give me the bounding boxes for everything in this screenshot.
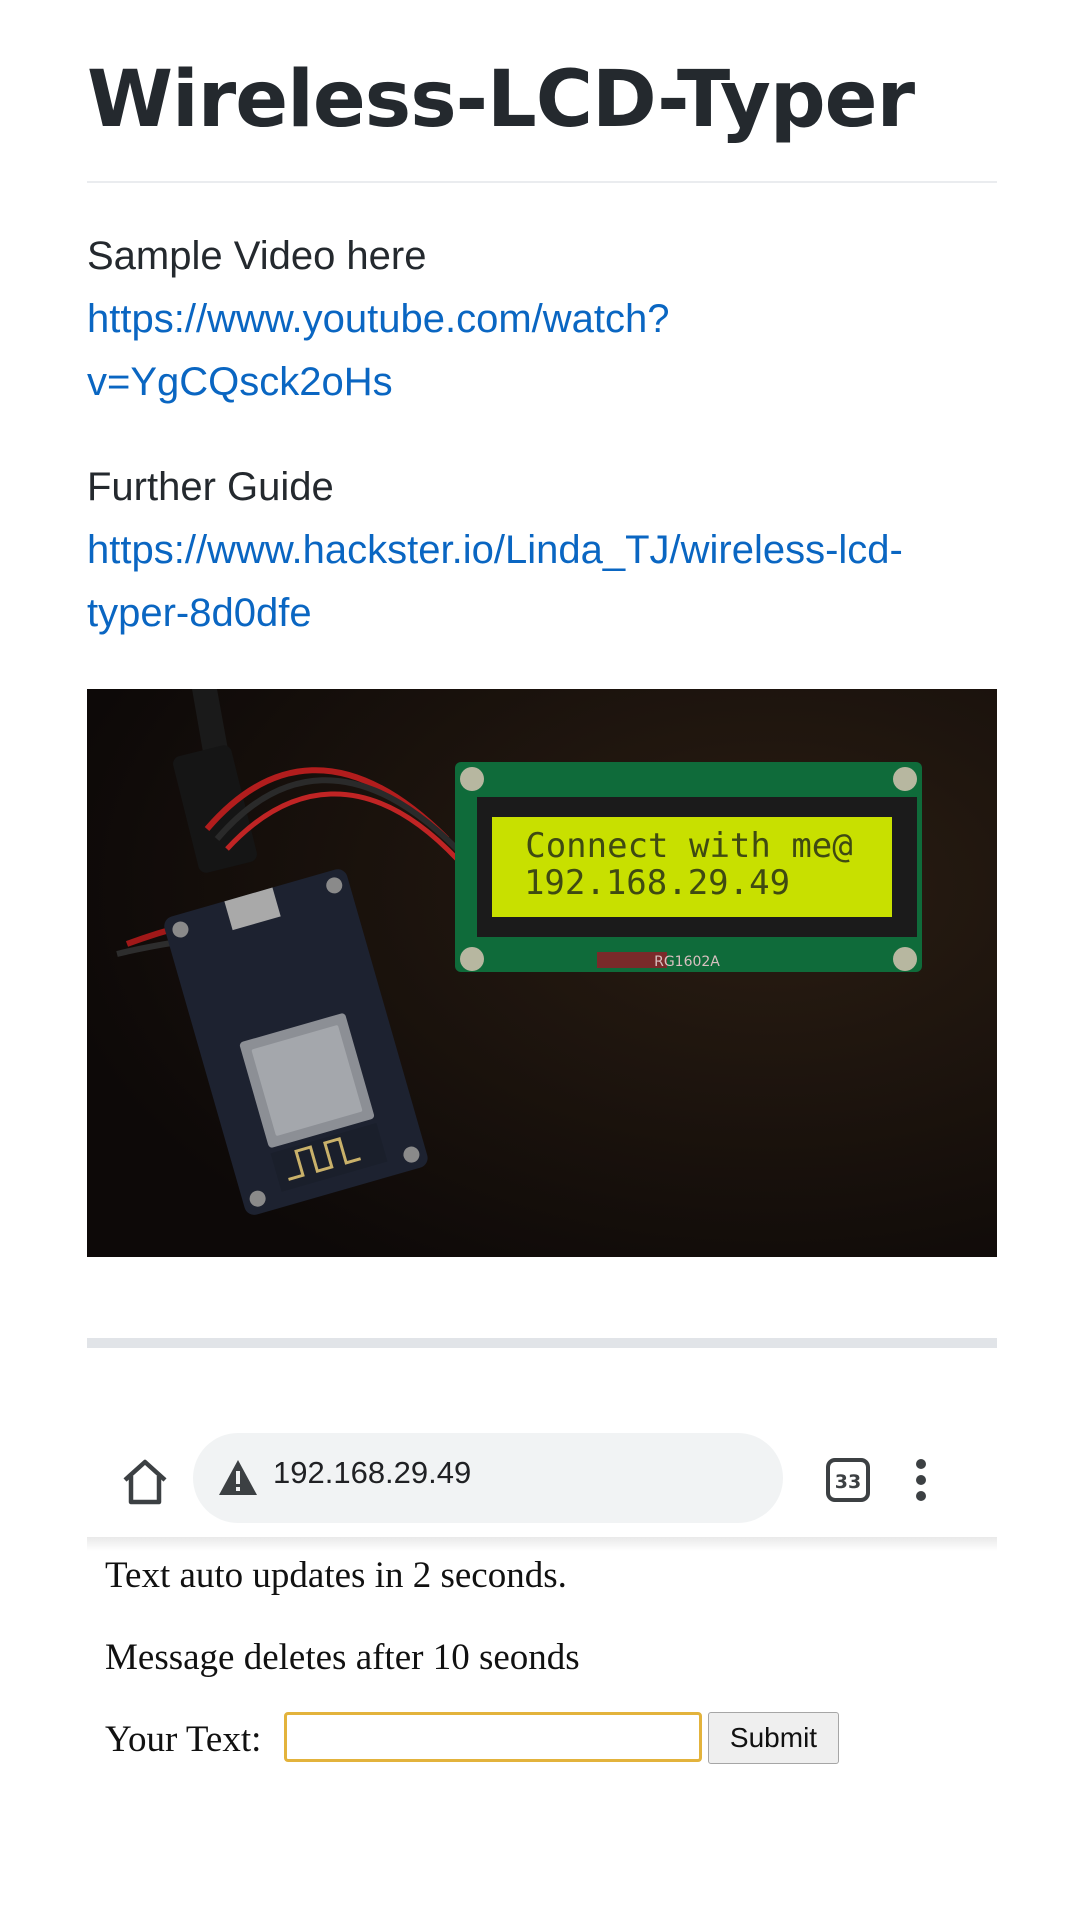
- browser-toolbar: 192.168.29.49 33: [87, 1412, 997, 1537]
- sample-video-link-line1[interactable]: https://www.youtube.com/watch?: [87, 297, 670, 341]
- text-input-label: Your Text:: [105, 1719, 262, 1760]
- toolbar-shadow: [87, 1537, 997, 1551]
- home-icon[interactable]: [117, 1454, 173, 1510]
- tab-count: 33: [835, 1471, 861, 1493]
- further-guide-link-line1[interactable]: https://www.hackster.io/Linda_TJ/wireles…: [87, 528, 903, 572]
- sample-video-link-line2[interactable]: v=YgCQsck2oHs: [87, 360, 393, 404]
- submit-button[interactable]: Submit: [708, 1712, 839, 1764]
- auto-update-note: Text auto updates in 2 seconds.: [105, 1555, 567, 1596]
- lcd-model-label: RG1602A: [654, 954, 720, 970]
- sample-video-link[interactable]: https://www.youtube.com/watch?: [87, 288, 670, 351]
- device-photo: Connect with me@ 192.168.29.49 RG1602A: [87, 689, 997, 1257]
- further-guide-link-cont[interactable]: typer-8d0dfe: [87, 582, 903, 645]
- warning-icon[interactable]: [217, 1457, 259, 1499]
- further-guide-link[interactable]: https://www.hackster.io/Linda_TJ/wireles…: [87, 519, 903, 582]
- lcd-line-2: 192.168.29.49: [524, 863, 790, 903]
- tab-switcher-icon[interactable]: 33: [823, 1455, 873, 1505]
- title-divider: [87, 181, 997, 183]
- further-guide-paragraph: Further Guide https://www.hackster.io/Li…: [87, 456, 903, 645]
- page-title: Wireless-LCD-Typer: [87, 55, 915, 145]
- lcd-line-1: Connect with me@: [525, 826, 853, 866]
- further-guide-link-line2[interactable]: typer-8d0dfe: [87, 591, 312, 635]
- device-photo-illustration: Connect with me@ 192.168.29.49 RG1602A: [87, 689, 997, 1257]
- browser-screenshot: 192.168.29.49 33 Text auto updates in 2 …: [87, 1412, 997, 1912]
- url-text[interactable]: 192.168.29.49: [273, 1455, 471, 1491]
- delete-note: Message deletes after 10 seonds: [105, 1637, 580, 1678]
- sample-video-link-cont[interactable]: v=YgCQsck2oHs: [87, 351, 670, 414]
- address-bar[interactable]: 192.168.29.49: [193, 1433, 783, 1523]
- further-guide-label: Further Guide: [87, 465, 334, 509]
- text-input[interactable]: [284, 1712, 702, 1762]
- sample-video-paragraph: Sample Video here https://www.youtube.co…: [87, 225, 670, 414]
- section-divider: [87, 1338, 997, 1348]
- more-menu-icon[interactable]: [909, 1452, 933, 1508]
- sample-video-label: Sample Video here: [87, 234, 427, 278]
